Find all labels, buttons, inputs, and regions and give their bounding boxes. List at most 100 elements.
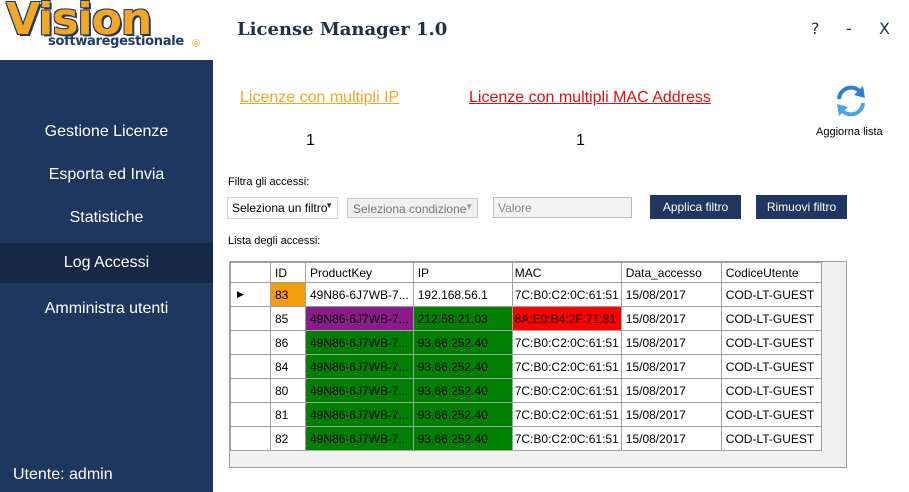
cell-ip[interactable]: 93.66.252.40 xyxy=(412,378,513,403)
row-header[interactable] xyxy=(230,330,271,355)
row-header[interactable] xyxy=(230,306,271,331)
cell-productkey[interactable]: 49N86-6J7WB-7... xyxy=(305,330,414,355)
multi-ip-licenses-link[interactable]: Licenze con multipli IP xyxy=(240,89,399,107)
dropdown-arrow-icon: ▼ xyxy=(325,201,333,210)
row-header[interactable] xyxy=(230,402,271,427)
cell-date[interactable]: 15/08/2017 xyxy=(620,282,722,307)
access-list-label: Lista degli accessi: xyxy=(228,235,321,247)
cell-date[interactable]: 15/08/2017 xyxy=(620,378,722,403)
table-row[interactable]: 80 49N86-6J7WB-7... 93.66.252.40 7C:B0:C… xyxy=(230,378,822,403)
refresh-list-button[interactable]: Aggiorna lista xyxy=(816,83,886,143)
cell-productkey[interactable]: 49N86-6J7WB-7... xyxy=(305,402,414,427)
row-header[interactable] xyxy=(230,378,271,403)
current-row-indicator-icon[interactable]: ▶ xyxy=(230,282,271,307)
cell-code[interactable]: COD-LT-GUEST xyxy=(720,306,822,331)
cell-productkey[interactable]: 49N86-6J7WB-7... xyxy=(305,426,414,451)
cell-code[interactable]: COD-LT-GUEST xyxy=(720,354,822,379)
cell-mac[interactable]: 7C:B0:C2:0C:61:51 xyxy=(511,402,622,427)
column-header-mac[interactable]: MAC xyxy=(511,262,622,283)
cell-id[interactable]: 84 xyxy=(270,354,306,379)
column-header-data-accesso[interactable]: Data_accesso xyxy=(620,262,722,283)
remove-filter-button[interactable]: Rimuovi filtro xyxy=(756,195,847,219)
access-log-table: ID ProductKey IP MAC Data_accesso Codice… xyxy=(230,262,822,451)
cell-productkey[interactable]: 49N86-6J7WB-7... xyxy=(305,282,414,307)
sidebar-item-esporta-ed-invia[interactable]: Esporta ed Invia xyxy=(0,155,213,195)
table-row[interactable]: 84 49N86-6J7WB-7... 93.66.252.40 7C:B0:C… xyxy=(230,354,822,379)
cell-ip[interactable]: 93.66.252.40 xyxy=(412,354,513,379)
cell-mac[interactable]: 7C:B0:C2:0C:61:51 xyxy=(511,378,622,403)
cell-date[interactable]: 15/08/2017 xyxy=(620,354,722,379)
row-header-corner xyxy=(230,262,271,283)
cell-ip[interactable]: 93.66.252.40 xyxy=(412,330,513,355)
filter-field-select[interactable]: Seleziona un filtro ▼ xyxy=(227,197,338,219)
cell-mac[interactable]: 7C:B0:C2:0C:61:51 xyxy=(511,330,622,355)
cell-ip[interactable]: 212.58.21.03 xyxy=(412,306,513,331)
cell-id[interactable]: 82 xyxy=(270,426,306,451)
cell-productkey[interactable]: 49N86-6J7WB-7... xyxy=(305,354,414,379)
table-header-row: ID ProductKey IP MAC Data_accesso Codice… xyxy=(230,262,822,283)
sidebar-item-gestione-licenze[interactable]: Gestione Licenze xyxy=(0,112,213,152)
row-header[interactable] xyxy=(230,426,271,451)
cell-ip[interactable]: 93.66.252.40 xyxy=(412,402,513,427)
cell-date[interactable]: 15/08/2017 xyxy=(620,306,722,331)
cell-date[interactable]: 15/08/2017 xyxy=(620,426,722,451)
cell-id[interactable]: 86 xyxy=(270,330,306,355)
cell-code[interactable]: COD-LT-GUEST xyxy=(720,378,822,403)
column-header-id[interactable]: ID xyxy=(270,262,306,283)
vision-logo: Vision softwaregestionale ® xyxy=(0,0,215,60)
column-header-productkey[interactable]: ProductKey xyxy=(305,262,414,283)
cell-id[interactable]: 81 xyxy=(270,402,306,427)
cell-code[interactable]: COD-LT-GUEST xyxy=(720,402,822,427)
column-header-ip[interactable]: IP xyxy=(412,262,513,283)
cell-productkey[interactable]: 49N86-6J7WB-7... xyxy=(305,378,414,403)
access-log-grid[interactable]: ID ProductKey IP MAC Data_accesso Codice… xyxy=(229,261,847,468)
cell-mac[interactable]: 7C:B0:C2:0C:61:51 xyxy=(511,282,622,307)
multi-ip-count: 1 xyxy=(306,132,315,149)
sidebar: Gestione Licenze Esporta ed Invia Statis… xyxy=(0,60,213,492)
cell-date[interactable]: 15/08/2017 xyxy=(620,402,722,427)
sidebar-item-statistiche[interactable]: Statistiche xyxy=(0,198,213,238)
table-row[interactable]: 81 49N86-6J7WB-7... 93.66.252.40 7C:B0:C… xyxy=(230,402,822,427)
minimize-button[interactable]: - xyxy=(846,19,852,38)
table-row[interactable]: ▶ 83 49N86-6J7WB-7... 192.168.56.1 7C:B0… xyxy=(230,282,822,307)
filter-label: Filtra gli accessi: xyxy=(228,176,310,188)
filter-condition-select[interactable]: Seleziona condizione ▼ xyxy=(347,198,478,218)
table-row[interactable]: 82 49N86-6J7WB-7... 93.66.252.40 7C:B0:C… xyxy=(230,426,822,451)
cell-id[interactable]: 85 xyxy=(270,306,306,331)
title-bar: Vision softwaregestionale ® License Mana… xyxy=(0,0,909,60)
close-button[interactable]: X xyxy=(879,19,890,38)
cell-code[interactable]: COD-LT-GUEST xyxy=(720,426,822,451)
cell-mac[interactable]: 7C:B0:C2:0C:61:51 xyxy=(511,354,622,379)
logo-registered-mark: ® xyxy=(192,38,201,50)
logo-subtitle: softwaregestionale xyxy=(48,34,184,49)
cell-id[interactable]: 83 xyxy=(270,282,306,307)
table-row[interactable]: 86 49N86-6J7WB-7... 93.66.252.40 7C:B0:C… xyxy=(230,330,822,355)
cell-code[interactable]: COD-LT-GUEST xyxy=(720,282,822,307)
filter-field-value: Seleziona un filtro xyxy=(232,201,328,215)
filter-value-input[interactable]: Valore xyxy=(493,197,632,218)
current-user-label: Utente: admin xyxy=(13,466,113,483)
cell-code[interactable]: COD-LT-GUEST xyxy=(720,330,822,355)
cell-ip[interactable]: 93.66.252.40 xyxy=(412,426,513,451)
filter-condition-value: Seleziona condizione xyxy=(353,202,467,216)
cell-ip[interactable]: 192.168.56.1 xyxy=(412,282,513,307)
table-row[interactable]: 85 49N86-6J7WB-7... 212.58.21.03 8A:E0:B… xyxy=(230,306,822,331)
apply-filter-button[interactable]: Applica filtro xyxy=(650,195,741,219)
cell-productkey[interactable]: 49N86-6J7WB-7... xyxy=(305,306,414,331)
sidebar-item-amministra-utenti[interactable]: Amministra utenti xyxy=(0,289,213,329)
row-header[interactable] xyxy=(230,354,271,379)
refresh-list-label: Aggiorna lista xyxy=(816,126,883,138)
refresh-arrows-icon xyxy=(837,85,865,117)
window-title: License Manager 1.0 xyxy=(237,19,448,40)
cell-date[interactable]: 15/08/2017 xyxy=(620,330,722,355)
multi-mac-licenses-link[interactable]: Licenze con multipli MAC Address xyxy=(469,89,711,107)
dropdown-arrow-icon: ▼ xyxy=(465,202,473,211)
multi-mac-count: 1 xyxy=(576,132,585,149)
cell-id[interactable]: 80 xyxy=(270,378,306,403)
help-button[interactable]: ? xyxy=(811,19,820,38)
cell-mac[interactable]: 8A:E0:B4:2F:71:81 xyxy=(511,306,622,331)
cell-mac[interactable]: 7C:B0:C2:0C:61:51 xyxy=(511,426,622,451)
sidebar-item-log-accessi[interactable]: Log Accessi xyxy=(0,243,213,283)
column-header-codiceutente[interactable]: CodiceUtente xyxy=(720,262,822,283)
main-panel: Licenze con multipli IP 1 Licenze con mu… xyxy=(213,60,909,492)
